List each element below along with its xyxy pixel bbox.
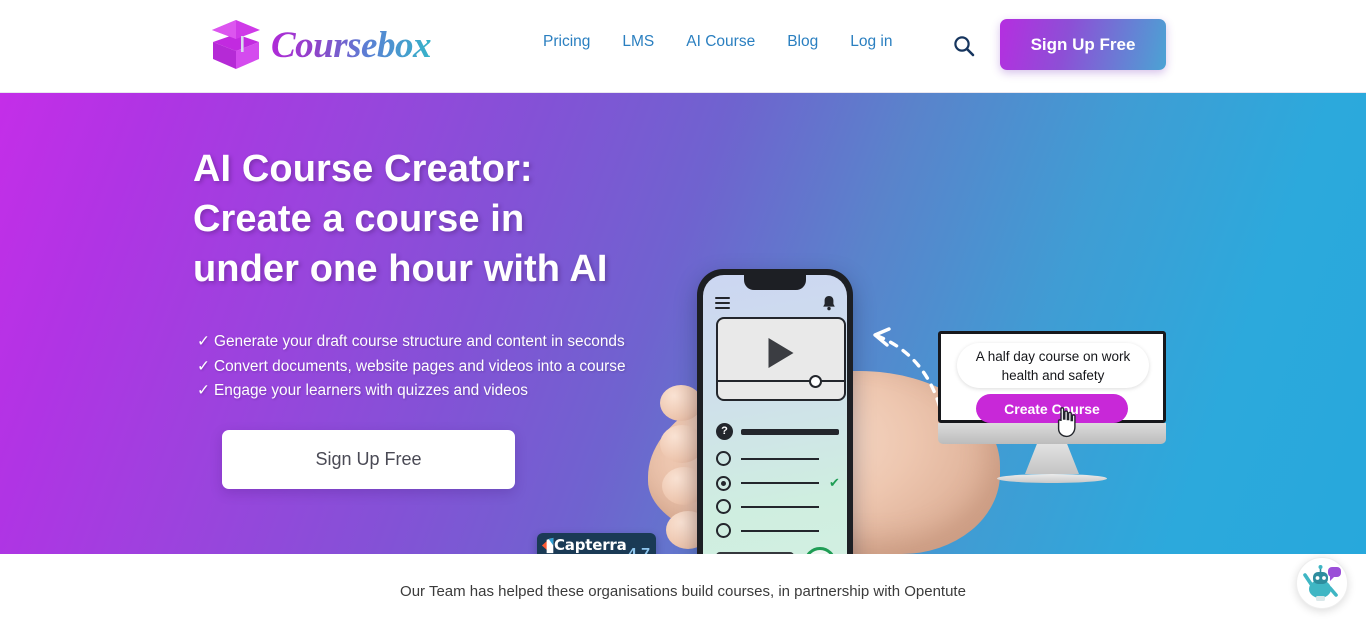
chatbot-robot-icon bbox=[1303, 565, 1341, 601]
landing-page: Coursebox Pricing LMS AI Course Blog Log… bbox=[0, 0, 1366, 619]
question-text-placeholder bbox=[741, 428, 839, 435]
course-prompt-text: A half day course on work health and saf… bbox=[957, 343, 1149, 388]
nav-lms[interactable]: LMS bbox=[606, 33, 670, 51]
option-text-placeholder bbox=[741, 482, 819, 484]
play-button-icon[interactable] bbox=[768, 337, 794, 368]
brand-logo[interactable]: Coursebox bbox=[205, 14, 431, 76]
header-signup-button[interactable]: Sign Up Free bbox=[1000, 19, 1166, 70]
nav-pricing[interactable]: Pricing bbox=[543, 33, 606, 51]
main-nav: Pricing LMS AI Course Blog Log in bbox=[543, 33, 908, 51]
monitor-mockup: A half day course on work health and saf… bbox=[938, 331, 1166, 483]
brand-name: Coursebox bbox=[271, 24, 431, 66]
search-button[interactable] bbox=[952, 34, 976, 58]
list-item: ✓ Convert documents, website pages and vi… bbox=[197, 355, 626, 380]
quiz-question: ? bbox=[716, 423, 839, 440]
monitor-stand-base bbox=[997, 474, 1107, 483]
quiz-option[interactable] bbox=[716, 499, 846, 514]
quiz-option[interactable] bbox=[716, 451, 846, 466]
phone-notch bbox=[744, 275, 806, 290]
option-text-placeholder bbox=[741, 457, 819, 460]
finger-knuckle bbox=[660, 385, 702, 421]
quiz-option[interactable] bbox=[716, 523, 846, 538]
radio-selected-icon[interactable] bbox=[716, 475, 731, 491]
video-seek-handle[interactable] bbox=[809, 375, 822, 388]
monitor-screen: A half day course on work health and saf… bbox=[938, 331, 1166, 438]
monitor-stand-neck bbox=[1025, 444, 1079, 474]
nav-blog[interactable]: Blog bbox=[771, 33, 834, 51]
hero-feature-list: ✓ Generate your draft course structure an… bbox=[197, 330, 626, 404]
site-header: Coursebox Pricing LMS AI Course Blog Log… bbox=[0, 0, 1366, 93]
capterra-rating-badge[interactable]: Capterra ★★★★★ 4.7 bbox=[537, 533, 656, 554]
radio-icon[interactable] bbox=[716, 523, 731, 538]
hero-signup-button[interactable]: Sign Up Free bbox=[222, 430, 515, 489]
check-icon: ✓ bbox=[197, 357, 210, 375]
check-icon: ✓ bbox=[197, 382, 210, 399]
video-seek-bar[interactable] bbox=[718, 380, 844, 382]
create-course-button[interactable]: Create Course bbox=[976, 394, 1128, 423]
phone-screen: ? ✔ bbox=[703, 275, 847, 554]
capterra-label: Capterra bbox=[554, 536, 627, 554]
notification-bell-icon[interactable] bbox=[822, 295, 836, 311]
list-item: ✓ Engage your learners with quizzes and v… bbox=[197, 379, 626, 404]
video-player[interactable] bbox=[716, 317, 846, 401]
phone-mockup: ? ✔ bbox=[697, 269, 853, 554]
chatbot-launcher[interactable] bbox=[1296, 557, 1348, 609]
capterra-score: 4.7 bbox=[628, 546, 650, 554]
list-item: ✓ Generate your draft course structure an… bbox=[197, 330, 626, 355]
partners-text: Our Team has helped these organisations … bbox=[400, 583, 966, 600]
hamburger-menu-icon[interactable] bbox=[715, 297, 730, 312]
progress-badge: 90% bbox=[804, 547, 836, 554]
open-box-cube-icon bbox=[212, 20, 260, 69]
search-icon bbox=[954, 36, 975, 57]
partners-bar: Our Team has helped these organisations … bbox=[0, 554, 1366, 619]
check-circle-icon: ✔ bbox=[829, 475, 840, 490]
nav-ai-course[interactable]: AI Course bbox=[670, 33, 771, 51]
option-text-placeholder bbox=[741, 505, 819, 508]
hero-heading: AI Course Creator: Create a course in un… bbox=[193, 148, 608, 290]
option-text-placeholder bbox=[741, 529, 819, 532]
pointer-hand-cursor-icon bbox=[1057, 407, 1076, 438]
monitor-chin bbox=[938, 423, 1166, 444]
check-icon: ✓ bbox=[197, 333, 210, 350]
question-mark-icon: ? bbox=[716, 423, 733, 440]
radio-icon[interactable] bbox=[716, 451, 731, 466]
radio-icon[interactable] bbox=[716, 499, 731, 514]
hero-section: AI Course Creator: Create a course in un… bbox=[0, 93, 1366, 554]
nav-log-in[interactable]: Log in bbox=[834, 33, 908, 51]
quiz-option-selected[interactable]: ✔ bbox=[716, 475, 846, 491]
